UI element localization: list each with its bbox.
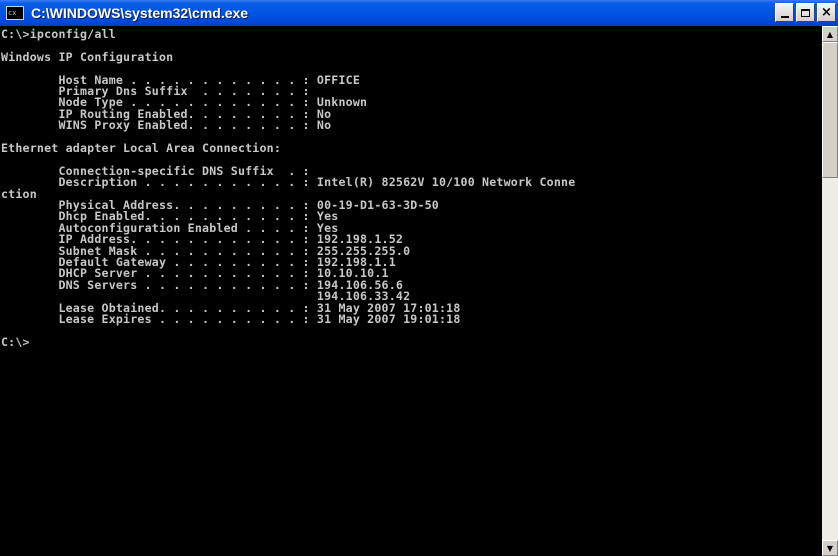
arrow-up-icon: ▲	[826, 29, 834, 39]
console-line: WINS Proxy Enabled. . . . . . . . : No	[1, 118, 332, 133]
console-output[interactable]: C:\>ipconfig/all Windows IP Configuration…	[0, 26, 822, 556]
title-bar[interactable]: cx C:\WINDOWS\system32\cmd.exe ×	[0, 0, 838, 26]
cmd-icon[interactable]: cx	[6, 6, 24, 20]
maximize-icon	[801, 8, 810, 17]
console-line: C:\>ipconfig/all	[1, 27, 116, 41]
close-icon: ×	[821, 5, 832, 20]
window-title: C:\WINDOWS\system32\cmd.exe	[31, 5, 249, 21]
console-line: Description . . . . . . . . . . . : Inte…	[1, 175, 576, 190]
console-line: C:\>	[1, 334, 30, 349]
close-button[interactable]: ×	[817, 3, 836, 22]
vertical-scrollbar[interactable]: ▲ ▼	[822, 26, 838, 556]
scrollbar-thumb[interactable]	[822, 42, 838, 178]
console-line: Windows IP Configuration	[1, 49, 174, 64]
minimize-icon	[780, 15, 789, 18]
maximize-button[interactable]	[796, 3, 815, 22]
scroll-down-button[interactable]: ▼	[822, 540, 838, 556]
arrow-down-icon: ▼	[826, 543, 834, 553]
scroll-up-button[interactable]: ▲	[822, 26, 838, 42]
cmd-window: cx C:\WINDOWS\system32\cmd.exe × C:\>ipc…	[0, 0, 838, 556]
window-controls: ×	[775, 3, 836, 22]
console-line: Lease Expires . . . . . . . . . . : 31 M…	[1, 312, 461, 326]
cmd-icon-label: cx	[8, 9, 17, 17]
console-line: Ethernet adapter Local Area Connection:	[1, 141, 282, 155]
minimize-button[interactable]	[775, 3, 794, 22]
